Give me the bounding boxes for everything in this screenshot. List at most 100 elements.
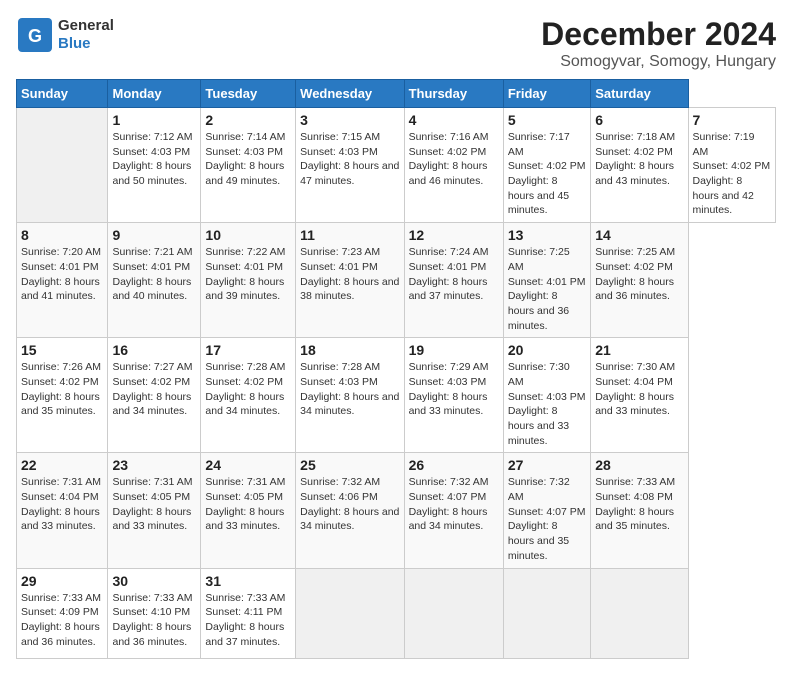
calendar-week-row: 1Sunrise: 7:12 AMSunset: 4:03 PMDaylight… — [17, 108, 776, 223]
calendar-cell: 20 Sunrise: 7:30 AMSunset: 4:03 PMDayligh… — [503, 338, 590, 453]
calendar-cell: 27 Sunrise: 7:32 AMSunset: 4:07 PMDayligh… — [503, 453, 590, 568]
day-number: 9 — [112, 227, 196, 243]
calendar-cell — [591, 568, 688, 658]
day-number: 29 — [21, 573, 103, 589]
calendar-cell — [404, 568, 503, 658]
col-header-tuesday: Tuesday — [201, 80, 296, 108]
calendar-header-row: SundayMondayTuesdayWednesdayThursdayFrid… — [17, 80, 776, 108]
day-info: Sunrise: 7:29 AMSunset: 4:03 PMDaylight:… — [409, 360, 499, 419]
day-number: 16 — [112, 342, 196, 358]
day-number: 31 — [205, 573, 291, 589]
day-number: 10 — [205, 227, 291, 243]
title-section: December 2024 Somogyvar, Somogy, Hungary — [541, 16, 776, 71]
logo-icon: G — [16, 16, 54, 54]
day-info: Sunrise: 7:33 AMSunset: 4:11 PMDaylight:… — [205, 591, 291, 650]
calendar-cell: 3 Sunrise: 7:15 AMSunset: 4:03 PMDaylight… — [296, 108, 404, 223]
logo: G General Blue — [16, 16, 114, 54]
day-number: 6 — [595, 112, 683, 128]
calendar-cell: 18Sunrise: 7:28 AMSunset: 4:03 PMDayligh… — [296, 338, 404, 453]
col-header-monday: Monday — [108, 80, 201, 108]
day-info: Sunrise: 7:17 AMSunset: 4:02 PMDaylight:… — [508, 130, 586, 218]
day-info: Sunrise: 7:32 AMSunset: 4:07 PMDaylight:… — [508, 475, 586, 563]
day-info: Sunrise: 7:15 AMSunset: 4:03 PMDaylight:… — [300, 130, 399, 189]
calendar-cell: 26 Sunrise: 7:32 AMSunset: 4:07 PMDayligh… — [404, 453, 503, 568]
calendar-cell: 29 Sunrise: 7:33 AMSunset: 4:09 PMDayligh… — [17, 568, 108, 658]
calendar-cell — [503, 568, 590, 658]
day-info: Sunrise: 7:31 AMSunset: 4:05 PMDaylight:… — [112, 475, 196, 534]
day-number: 11 — [300, 227, 399, 243]
day-info: Sunrise: 7:26 AMSunset: 4:02 PMDaylight:… — [21, 360, 103, 419]
calendar-cell: 13Sunrise: 7:25 AMSunset: 4:01 PMDayligh… — [503, 223, 590, 338]
day-number: 17 — [205, 342, 291, 358]
calendar-cell: 22Sunrise: 7:31 AMSunset: 4:04 PMDayligh… — [17, 453, 108, 568]
day-number: 1 — [112, 112, 196, 128]
day-number: 13 — [508, 227, 586, 243]
day-number: 12 — [409, 227, 499, 243]
logo-line2: Blue — [58, 35, 91, 52]
calendar-cell: 16 Sunrise: 7:27 AMSunset: 4:02 PMDayligh… — [108, 338, 201, 453]
day-info: Sunrise: 7:25 AMSunset: 4:02 PMDaylight:… — [595, 245, 683, 304]
logo-line1: General — [58, 17, 114, 34]
day-info: Sunrise: 7:27 AMSunset: 4:02 PMDaylight:… — [112, 360, 196, 419]
day-info: Sunrise: 7:14 AMSunset: 4:03 PMDaylight:… — [205, 130, 291, 189]
day-info: Sunrise: 7:33 AMSunset: 4:08 PMDaylight:… — [595, 475, 683, 534]
day-number: 26 — [409, 457, 499, 473]
day-number: 3 — [300, 112, 399, 128]
day-info: Sunrise: 7:24 AMSunset: 4:01 PMDaylight:… — [409, 245, 499, 304]
day-info: Sunrise: 7:23 AMSunset: 4:01 PMDaylight:… — [300, 245, 399, 304]
calendar-cell: 5Sunrise: 7:17 AMSunset: 4:02 PMDaylight… — [503, 108, 590, 223]
calendar-week-row: 8Sunrise: 7:20 AMSunset: 4:01 PMDaylight… — [17, 223, 776, 338]
calendar-week-row: 29 Sunrise: 7:33 AMSunset: 4:09 PMDayligh… — [17, 568, 776, 658]
calendar-cell: 2 Sunrise: 7:14 AMSunset: 4:03 PMDaylight… — [201, 108, 296, 223]
calendar-cell: 14 Sunrise: 7:25 AMSunset: 4:02 PMDayligh… — [591, 223, 688, 338]
calendar-cell: 28 Sunrise: 7:33 AMSunset: 4:08 PMDayligh… — [591, 453, 688, 568]
calendar-cell: 31 Sunrise: 7:33 AMSunset: 4:11 PMDayligh… — [201, 568, 296, 658]
day-info: Sunrise: 7:33 AMSunset: 4:09 PMDaylight:… — [21, 591, 103, 650]
day-info: Sunrise: 7:16 AMSunset: 4:02 PMDaylight:… — [409, 130, 499, 189]
col-header-saturday: Saturday — [591, 80, 688, 108]
page-title: December 2024 — [541, 16, 776, 53]
day-number: 25 — [300, 457, 399, 473]
calendar-cell: 11 Sunrise: 7:23 AMSunset: 4:01 PMDayligh… — [296, 223, 404, 338]
day-info: Sunrise: 7:18 AMSunset: 4:02 PMDaylight:… — [595, 130, 683, 189]
day-number: 21 — [595, 342, 683, 358]
calendar-cell: 21Sunrise: 7:30 AMSunset: 4:04 PMDayligh… — [591, 338, 688, 453]
day-info: Sunrise: 7:20 AMSunset: 4:01 PMDaylight:… — [21, 245, 103, 304]
day-number: 7 — [693, 112, 771, 128]
col-header-friday: Friday — [503, 80, 590, 108]
day-info: Sunrise: 7:31 AMSunset: 4:05 PMDaylight:… — [205, 475, 291, 534]
day-info: Sunrise: 7:21 AMSunset: 4:01 PMDaylight:… — [112, 245, 196, 304]
day-number: 27 — [508, 457, 586, 473]
calendar-cell: 12 Sunrise: 7:24 AMSunset: 4:01 PMDayligh… — [404, 223, 503, 338]
calendar-cell: 24 Sunrise: 7:31 AMSunset: 4:05 PMDayligh… — [201, 453, 296, 568]
day-number: 24 — [205, 457, 291, 473]
day-info: Sunrise: 7:22 AMSunset: 4:01 PMDaylight:… — [205, 245, 291, 304]
day-number: 18 — [300, 342, 399, 358]
day-number: 30 — [112, 573, 196, 589]
day-info: Sunrise: 7:30 AMSunset: 4:03 PMDaylight:… — [508, 360, 586, 448]
calendar-cell: 1Sunrise: 7:12 AMSunset: 4:03 PMDaylight… — [108, 108, 201, 223]
day-info: Sunrise: 7:31 AMSunset: 4:04 PMDaylight:… — [21, 475, 103, 534]
calendar-cell: 7 Sunrise: 7:19 AMSunset: 4:02 PMDaylight… — [688, 108, 775, 223]
day-info: Sunrise: 7:19 AMSunset: 4:02 PMDaylight:… — [693, 130, 771, 218]
day-number: 19 — [409, 342, 499, 358]
day-info: Sunrise: 7:33 AMSunset: 4:10 PMDaylight:… — [112, 591, 196, 650]
day-number: 2 — [205, 112, 291, 128]
calendar-week-row: 22Sunrise: 7:31 AMSunset: 4:04 PMDayligh… — [17, 453, 776, 568]
calendar-cell: 15Sunrise: 7:26 AMSunset: 4:02 PMDayligh… — [17, 338, 108, 453]
calendar-table: SundayMondayTuesdayWednesdayThursdayFrid… — [16, 79, 776, 659]
col-header-thursday: Thursday — [404, 80, 503, 108]
page-subtitle: Somogyvar, Somogy, Hungary — [541, 53, 776, 71]
calendar-cell: 30 Sunrise: 7:33 AMSunset: 4:10 PMDayligh… — [108, 568, 201, 658]
day-number: 20 — [508, 342, 586, 358]
col-header-wednesday: Wednesday — [296, 80, 404, 108]
day-info: Sunrise: 7:32 AMSunset: 4:07 PMDaylight:… — [409, 475, 499, 534]
calendar-cell: 25Sunrise: 7:32 AMSunset: 4:06 PMDayligh… — [296, 453, 404, 568]
calendar-cell: 8Sunrise: 7:20 AMSunset: 4:01 PMDaylight… — [17, 223, 108, 338]
calendar-cell: 9 Sunrise: 7:21 AMSunset: 4:01 PMDaylight… — [108, 223, 201, 338]
calendar-cell: 17Sunrise: 7:28 AMSunset: 4:02 PMDayligh… — [201, 338, 296, 453]
col-header-sunday: Sunday — [17, 80, 108, 108]
day-number: 14 — [595, 227, 683, 243]
day-number: 28 — [595, 457, 683, 473]
calendar-cell: 23Sunrise: 7:31 AMSunset: 4:05 PMDayligh… — [108, 453, 201, 568]
